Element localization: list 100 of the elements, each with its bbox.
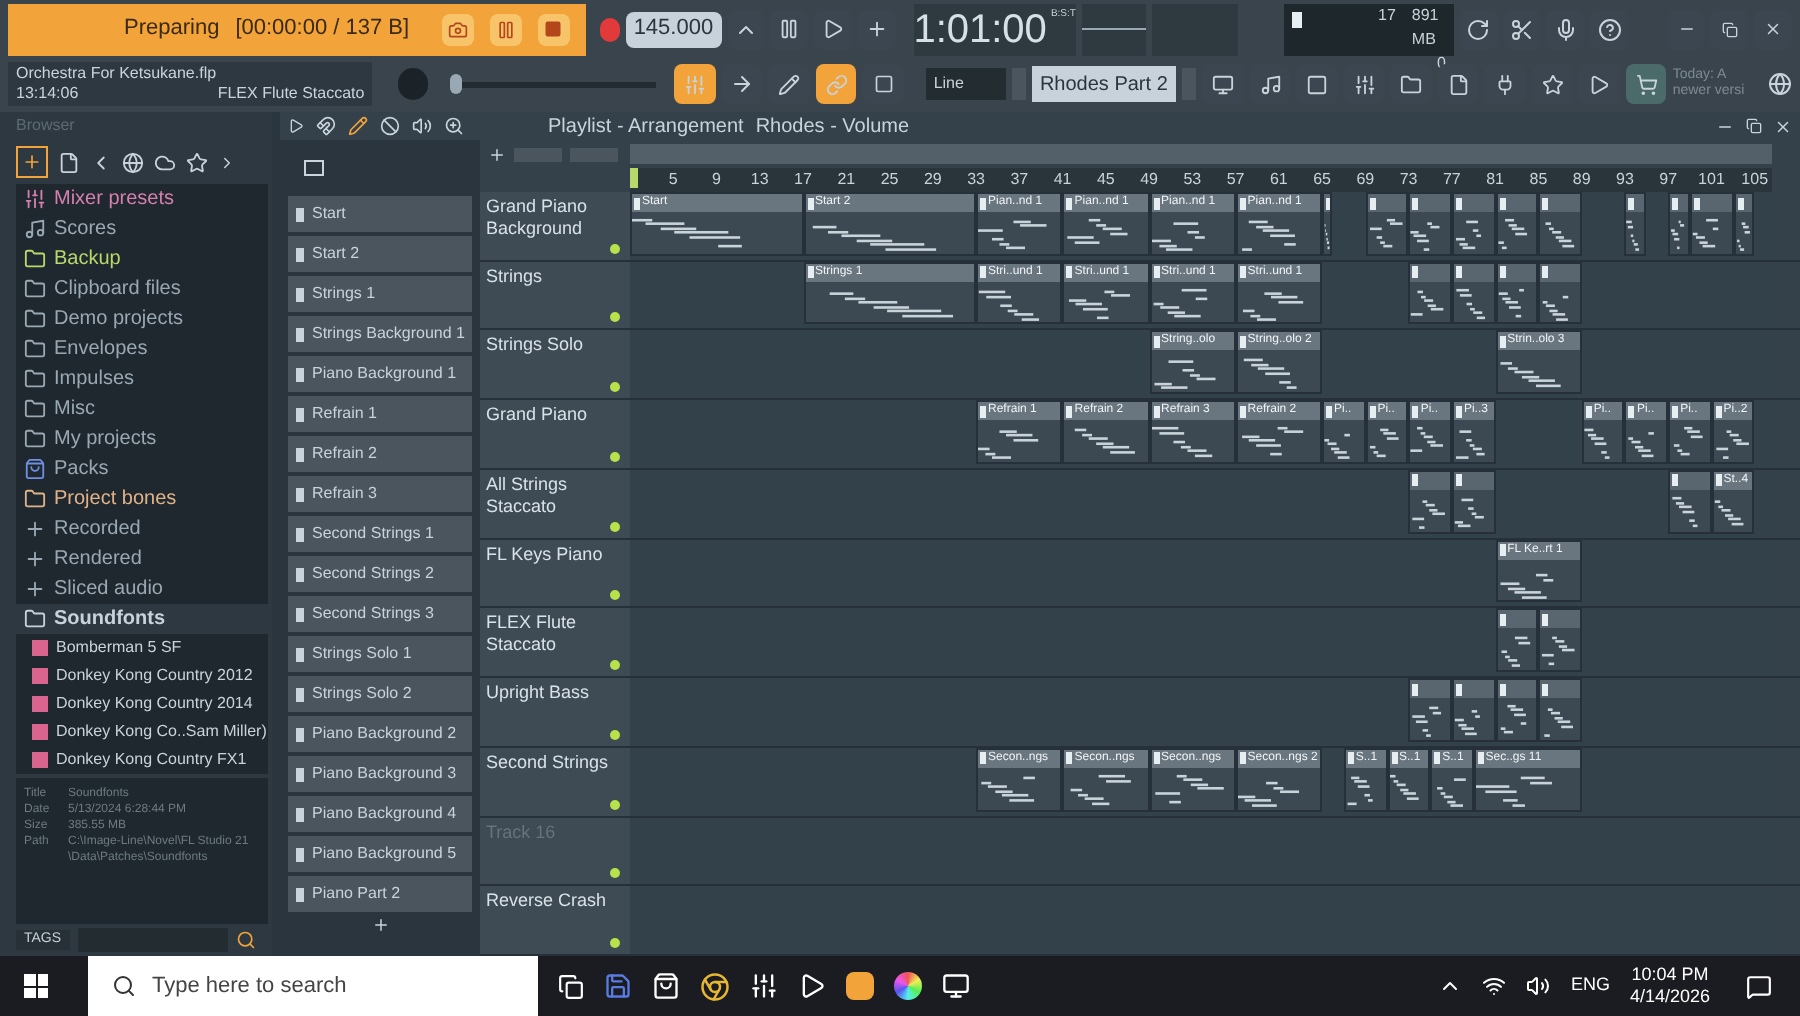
- browser-item[interactable]: Soundfonts: [16, 604, 268, 634]
- track-header[interactable]: Strings: [480, 261, 630, 329]
- pattern-item[interactable]: Piano Background 2: [288, 716, 472, 752]
- soundfont-item[interactable]: Bomberman 5 SF: [16, 634, 268, 662]
- pattern-item[interactable]: Piano Background 3: [288, 756, 472, 792]
- bar-number: 85: [1529, 168, 1548, 192]
- track-header[interactable]: Grand Piano Background: [480, 192, 630, 260]
- browser-item[interactable]: Project bones: [16, 484, 268, 514]
- pattern-item[interactable]: Start 2: [288, 236, 472, 272]
- browser-item[interactable]: Packs: [16, 454, 268, 484]
- bar-number: 9: [712, 168, 721, 192]
- track-name: Strings Solo: [486, 334, 586, 357]
- pattern-item[interactable]: Refrain 3: [288, 476, 472, 512]
- bar-number: 65: [1313, 168, 1331, 192]
- tempo-display[interactable]: 145.000: [625, 11, 722, 47]
- pattern-item[interactable]: Strings Background 1: [288, 316, 472, 352]
- bar-number: 81: [1486, 168, 1505, 192]
- bar-number: 49: [1140, 168, 1158, 192]
- recorder-status: Preparing: [124, 14, 220, 45]
- pattern-item[interactable]: Strings Solo 1: [288, 636, 472, 672]
- bar-number: 89: [1572, 168, 1591, 192]
- pattern-item[interactable]: Piano Part 2: [288, 876, 472, 912]
- pattern-item[interactable]: Strings 1: [288, 276, 472, 312]
- track-header[interactable]: All Strings Staccato: [480, 469, 630, 538]
- bar-number: 93: [1616, 168, 1634, 192]
- channel-name: FLEX Flute Staccato: [217, 84, 365, 104]
- project-name: Orchestra For Ketsukane.flp: [16, 64, 219, 84]
- pattern-item[interactable]: Strings Solo 2: [288, 676, 472, 712]
- bar-number: 69: [1356, 168, 1375, 192]
- timeline-ruler[interactable]: 5 9 13 17 21 25 29 33 37 41 45 49 53 57 61 65 69 73 77 81 85 89 93 97 101 105: [630, 168, 1772, 192]
- soundfont-item[interactable]: Donkey Kong Country FX1: [16, 746, 268, 774]
- bar-number: 97: [1659, 168, 1678, 192]
- snap-selector[interactable]: Line: [925, 68, 1005, 100]
- bar-number: 5: [668, 168, 678, 192]
- track-name: Upright Bass: [486, 682, 592, 705]
- bar-number: 41: [1053, 168, 1072, 192]
- browser-item[interactable]: Scores: [16, 214, 268, 244]
- browser-item[interactable]: Recorded: [16, 514, 268, 544]
- pattern-item[interactable]: Second Strings 3: [288, 596, 472, 632]
- browser-item[interactable]: Mixer presets: [16, 184, 268, 214]
- language-indicator[interactable]: ENG: [1570, 972, 1610, 1000]
- browser-item[interactable]: Rendered: [16, 544, 268, 574]
- browser-item[interactable]: Sliced audio: [16, 574, 268, 604]
- bar-number: 57: [1226, 168, 1245, 192]
- search-field[interactable]: Type here to search: [88, 956, 538, 1016]
- browser-item[interactable]: Misc: [16, 394, 268, 424]
- bar-number: 25: [880, 168, 899, 192]
- soundfont-item[interactable]: Donkey Kong Country 2012: [16, 662, 268, 690]
- track-name: Reverse Crash: [486, 890, 609, 913]
- soundfont-item[interactable]: Donkey Kong Co..Sam Miller): [16, 718, 268, 746]
- pattern-item[interactable]: Refrain 2: [288, 436, 472, 472]
- soundfont-item[interactable]: Donkey Kong Country 2014: [16, 690, 268, 718]
- bar-number: 77: [1442, 168, 1461, 192]
- track-name: Grand Piano: [486, 404, 590, 427]
- browser-item[interactable]: Backup: [16, 244, 268, 274]
- pattern-item[interactable]: Refrain 1: [288, 396, 472, 432]
- memory-reading: 891 MB: [1411, 3, 1441, 51]
- track-name: Second Strings: [486, 751, 611, 774]
- track-header[interactable]: FL Keys Piano: [480, 539, 630, 607]
- pattern-item[interactable]: Piano Background 5: [288, 836, 472, 872]
- cpu-reading: 17: [1378, 3, 1396, 27]
- pattern-item[interactable]: Piano Background 1: [288, 356, 472, 392]
- track-name: All Strings Staccato: [486, 473, 570, 518]
- track-header[interactable]: Upright Bass: [480, 678, 630, 746]
- bar-number: 33: [967, 168, 985, 192]
- track-name: FL Keys Piano: [486, 543, 605, 566]
- bar-number: 21: [837, 168, 856, 192]
- pattern-item[interactable]: Piano Background 4: [288, 796, 472, 832]
- pattern-selector[interactable]: Rhodes Part 2: [1031, 66, 1176, 102]
- track-header[interactable]: Grand Piano: [480, 400, 630, 468]
- clock[interactable]: 10:04 PM 4/14/2026: [1629, 964, 1710, 1008]
- bar-number: 105: [1741, 168, 1769, 192]
- bar-number: 61: [1269, 168, 1288, 192]
- track-name: FLEX Flute Staccato: [486, 612, 579, 657]
- bar-number: 17: [794, 168, 812, 192]
- bar-number: 37: [1010, 168, 1029, 192]
- browser-item[interactable]: Clipboard files: [16, 274, 268, 304]
- track-name: Grand Piano Background: [486, 196, 590, 240]
- playlist-title: Playlist - Arrangement: [548, 113, 744, 141]
- bar-number: 13: [750, 168, 769, 192]
- browser-item[interactable]: My projects: [16, 424, 268, 454]
- browser-item[interactable]: Demo projects: [16, 304, 268, 334]
- bar-number: 29: [923, 168, 942, 192]
- track-name: Strings: [486, 265, 545, 288]
- bar-number: 101: [1698, 168, 1725, 192]
- song-time: 1:01:00: [913, 5, 1047, 55]
- track-header[interactable]: Second Strings: [480, 747, 630, 816]
- pattern-item[interactable]: Start: [288, 196, 472, 232]
- track-header[interactable]: Reverse Crash: [480, 886, 630, 955]
- bar-number: 53: [1183, 168, 1202, 192]
- project-time: 13:14:06: [16, 84, 79, 104]
- pattern-item[interactable]: Second Strings 1: [288, 516, 472, 552]
- bar-number: 73: [1399, 168, 1418, 192]
- track-header[interactable]: Strings Solo: [480, 330, 630, 399]
- pattern-item[interactable]: Second Strings 2: [288, 556, 472, 592]
- browser-item[interactable]: Envelopes: [16, 334, 268, 364]
- browser-item[interactable]: Impulses: [16, 364, 268, 394]
- playlist-subtitle: Rhodes - Volume: [755, 113, 910, 141]
- bar-number: 45: [1096, 168, 1115, 192]
- track-header[interactable]: FLEX Flute Staccato: [480, 608, 630, 677]
